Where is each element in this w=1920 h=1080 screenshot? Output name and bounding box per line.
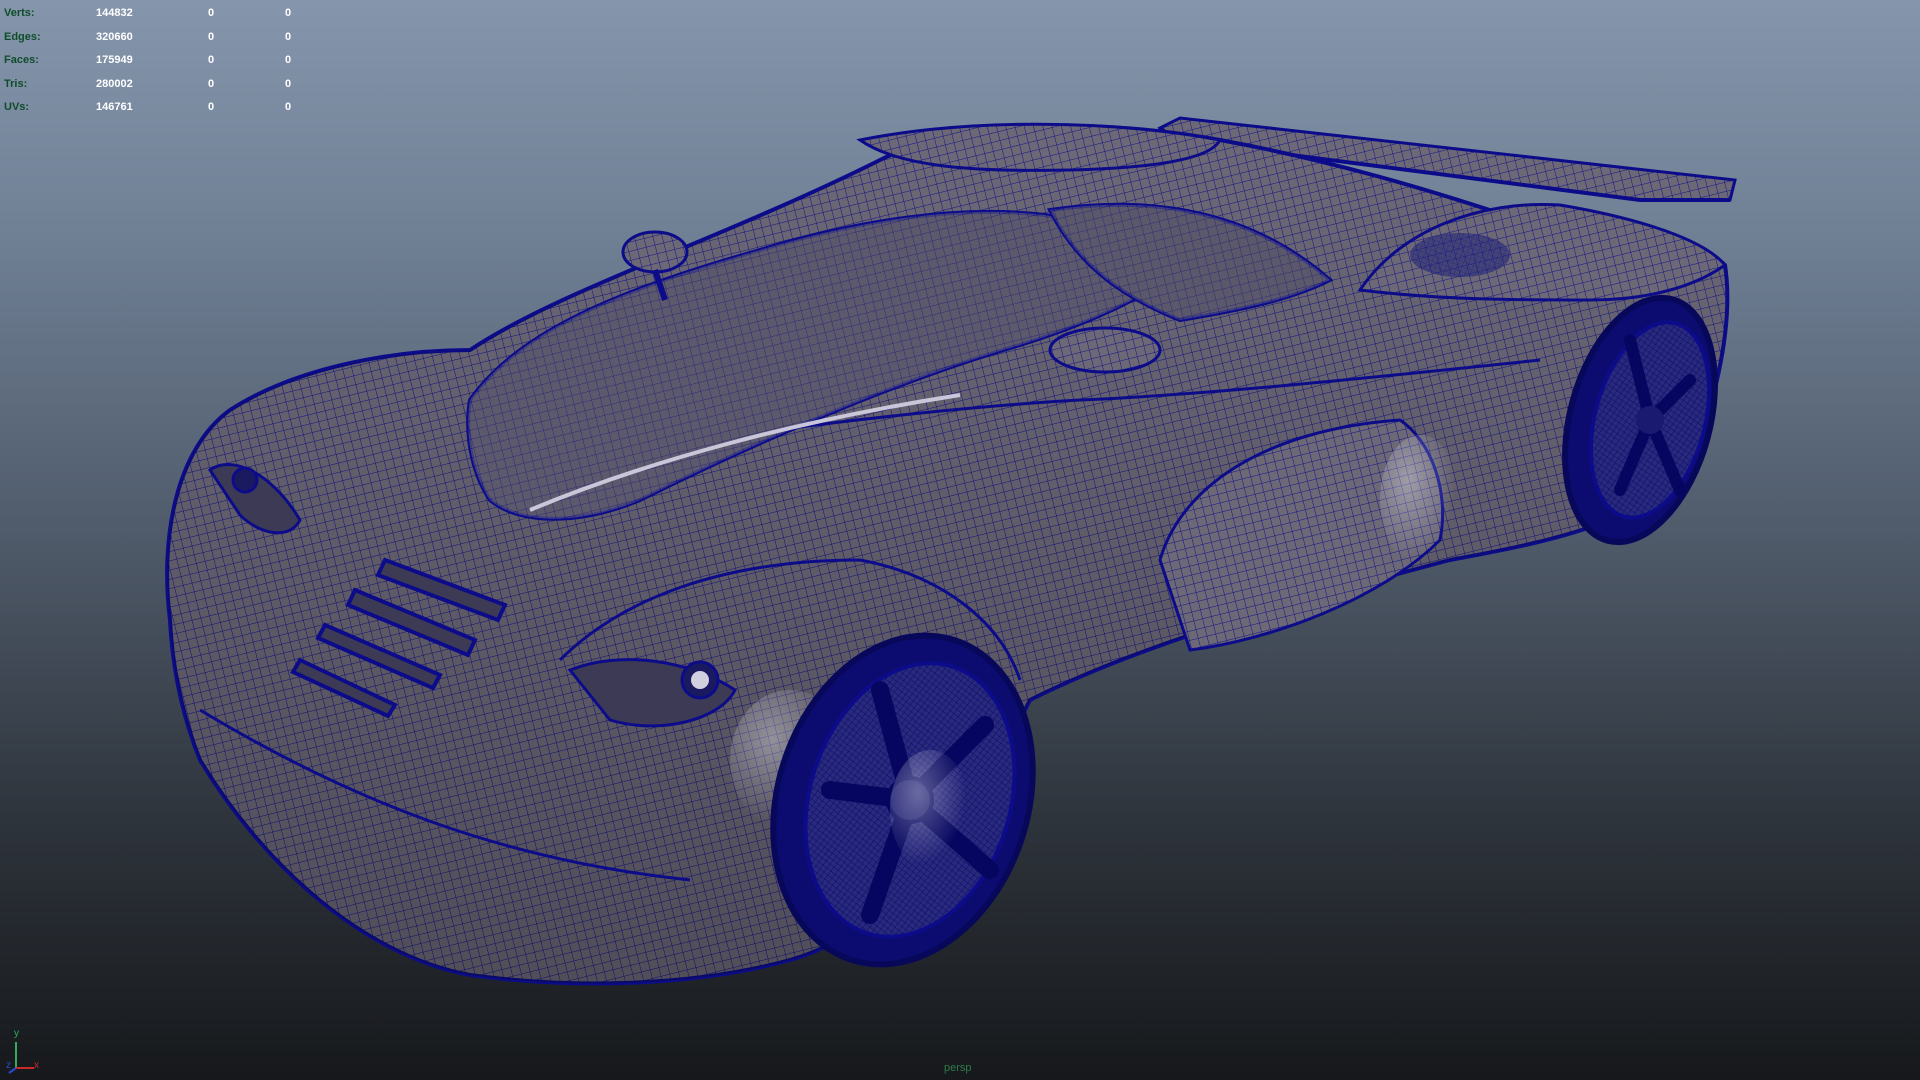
axis-z-label: z <box>6 1060 11 1071</box>
hud-row-edges: Edges: 320660 0 0 <box>4 26 304 50</box>
hud-selected-value: 0 <box>285 54 292 66</box>
poly-count-hud: Verts: 144832 0 0 Edges: 320660 0 0 Face… <box>4 2 304 120</box>
side-mirror-right <box>1048 326 1162 374</box>
hud-selected-value: 0 <box>208 77 215 90</box>
hud-row-verts: Verts: 144832 0 0 <box>4 2 304 26</box>
hud-label: Edges: <box>4 30 41 43</box>
axis-gizmo-icon <box>8 1042 34 1074</box>
hud-label: Faces: <box>4 54 39 66</box>
hud-value: 175949 <box>96 54 133 66</box>
hud-selected-value: 0 <box>285 30 292 43</box>
axis-x-label: x <box>34 1060 39 1071</box>
hud-label: Verts: <box>4 7 35 19</box>
hud-label: Tris: <box>4 77 28 90</box>
hud-row-faces: Faces: 175949 0 0 <box>4 49 304 73</box>
hud-selected-value: 0 <box>208 7 215 19</box>
view-axis-gizmo: y x z <box>6 1024 46 1074</box>
hud-selected-value: 0 <box>285 77 292 90</box>
hud-label: UVs: <box>4 101 30 113</box>
car-mesh-wireframe[interactable] <box>0 0 1920 1080</box>
hud-value: 146761 <box>96 101 133 113</box>
camera-name-label: persp <box>944 1062 972 1074</box>
perspective-viewport[interactable]: Verts: 144832 0 0 Edges: 320660 0 0 Face… <box>0 0 1920 1080</box>
hud-row-uvs: UVs: 146761 0 0 <box>4 96 304 120</box>
hud-selected-value: 0 <box>208 30 215 43</box>
axis-y-label: y <box>14 1028 19 1039</box>
hud-value: 320660 <box>96 30 133 43</box>
hud-row-tris: Tris: 280002 0 0 <box>4 73 304 97</box>
hud-value: 280002 <box>96 77 133 90</box>
hud-selected-value: 0 <box>285 7 292 19</box>
hud-selected-value: 0 <box>208 101 215 113</box>
hud-selected-value: 0 <box>285 101 292 113</box>
hud-value: 144832 <box>96 7 133 19</box>
hud-selected-value: 0 <box>208 54 215 66</box>
